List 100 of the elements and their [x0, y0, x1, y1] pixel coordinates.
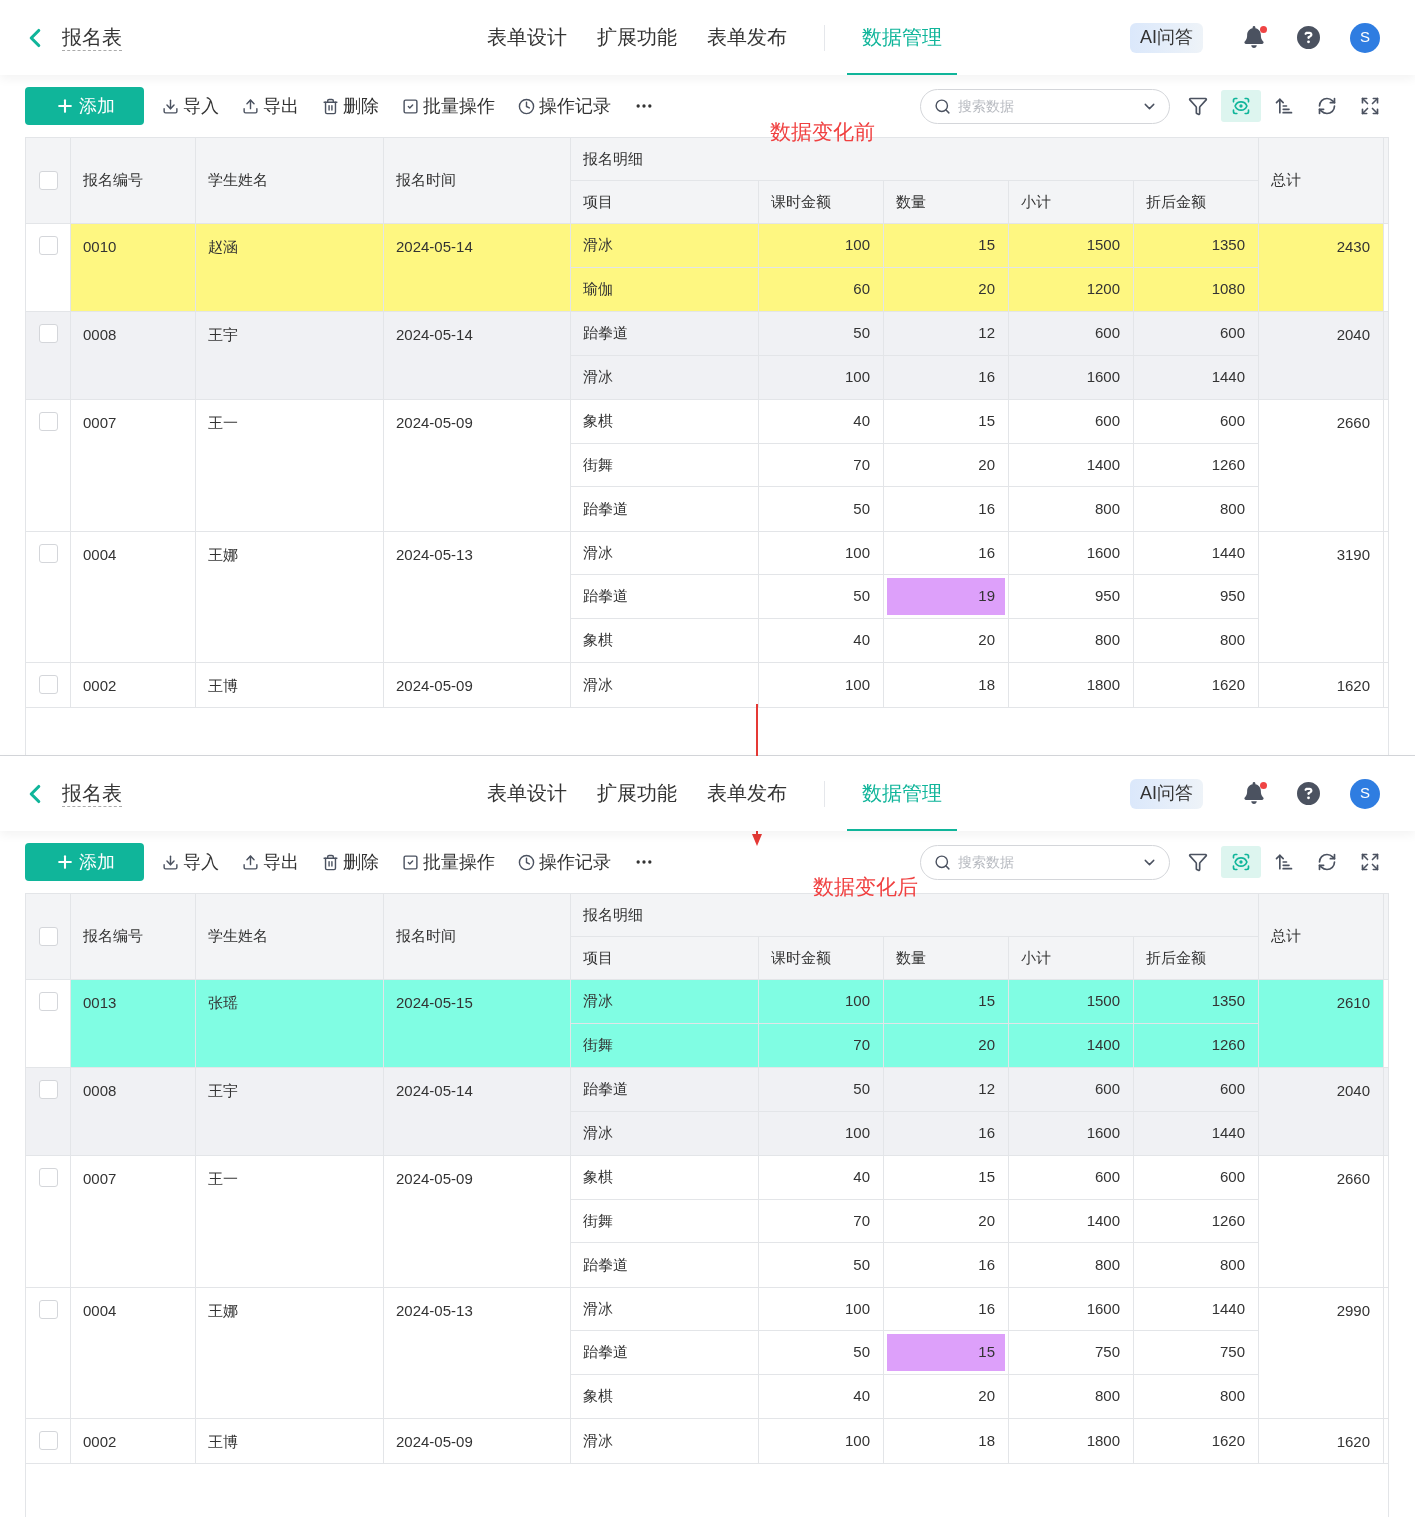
nav-tab[interactable]: 表单发布: [692, 0, 802, 75]
nav-tab[interactable]: 表单发布: [692, 756, 802, 831]
table-cell: 70: [759, 1023, 884, 1067]
row-checkbox[interactable]: [38, 543, 58, 563]
table-cell-text: 20: [977, 1386, 996, 1406]
table-cell: 1200: [1009, 267, 1134, 311]
row-checkbox[interactable]: [38, 992, 58, 1011]
table-cell: 600: [1009, 1068, 1134, 1112]
table-cell-text: 16: [977, 1298, 996, 1319]
row-checkbox[interactable]: [38, 675, 58, 694]
table-cell: 跆拳道: [571, 1331, 759, 1375]
column-header: 项目: [583, 191, 613, 212]
form-title: 报名表: [62, 24, 122, 51]
table-cell: 1400: [1009, 443, 1134, 487]
row-checkbox[interactable]: [38, 927, 58, 946]
table-cell: 600: [1009, 312, 1134, 356]
table-cell: 2430: [1259, 224, 1384, 311]
table-cell-text: 16: [977, 498, 996, 519]
user-avatar[interactable]: S: [1350, 22, 1380, 53]
filter-icon: [1188, 96, 1208, 116]
table-cell: 张瑶: [196, 980, 384, 1067]
form-title: 报名表: [62, 780, 122, 807]
bell-icon[interactable]: [1243, 781, 1267, 806]
toolbar-action[interactable]: 批量操作: [402, 848, 495, 876]
table-cell: 瑜伽: [571, 267, 759, 311]
table-cell: 跆拳道: [571, 1068, 759, 1112]
help-icon[interactable]: [1297, 782, 1320, 805]
search-icon: [934, 853, 951, 871]
table-cell: 滑冰: [571, 1287, 759, 1331]
toolbar-action[interactable]: 导出: [242, 848, 299, 876]
search-field[interactable]: 搜索数据: [920, 88, 1170, 124]
row-checkbox[interactable]: [38, 1431, 58, 1450]
row-checkbox[interactable]: [38, 1299, 58, 1319]
search-field[interactable]: 搜索数据: [920, 844, 1170, 880]
column-group-header: 报名明细: [583, 148, 643, 169]
table-cell-text: 18: [977, 674, 996, 695]
table-cell: 100: [759, 224, 884, 268]
row-checkbox[interactable]: [38, 171, 58, 190]
toolbar-action[interactable]: 导入: [162, 848, 219, 876]
column-header: 学生姓名: [208, 170, 268, 191]
row-checkbox[interactable]: [38, 236, 58, 255]
help-icon[interactable]: [1297, 26, 1320, 49]
table-cell: 1080: [1134, 267, 1259, 311]
table-cell: 0010: [71, 224, 196, 311]
table-cell: 950: [1134, 575, 1259, 619]
column-header: 课时金额: [771, 191, 831, 212]
column-header: 小计: [1021, 191, 1051, 212]
annotation-caption: 数据变化后: [813, 874, 918, 900]
table-cell-text: 16: [977, 1123, 996, 1143]
toolbar-action[interactable]: 导入: [162, 92, 219, 120]
table-cell-text: 18: [977, 1430, 996, 1451]
table-cell: 50: [759, 1068, 884, 1112]
table-cell: 600: [1134, 1068, 1259, 1112]
column-header: 总计: [1271, 170, 1301, 191]
table-cell: 60: [759, 267, 884, 311]
table-cell: 象棋: [571, 400, 759, 444]
table-cell: 1440: [1134, 1287, 1259, 1331]
download-icon: [162, 97, 179, 115]
table-cell: 1350: [1134, 980, 1259, 1024]
toolbar-action[interactable]: 删除: [322, 848, 379, 876]
column-header: 数量: [896, 191, 926, 212]
column-header: 报名时间: [396, 170, 456, 191]
ai-answer-button[interactable]: AI问答: [1130, 778, 1203, 809]
column-header: 课时金额: [771, 947, 831, 968]
table-cell-text: 16: [977, 1254, 996, 1275]
row-checkbox[interactable]: [38, 412, 58, 431]
table-cell-text: 12: [977, 1079, 996, 1099]
table-cell: 滑冰: [571, 224, 759, 268]
column-header: 项目: [583, 947, 613, 968]
table-cell: 街舞: [571, 443, 759, 487]
table-cell-text: 12: [977, 323, 996, 343]
eye-icon: [1231, 852, 1251, 872]
toolbar-action[interactable]: 导出: [242, 92, 299, 120]
row-checkbox[interactable]: [38, 324, 58, 343]
column-header: 报名编号: [83, 926, 143, 947]
sort-icon: [1274, 96, 1294, 116]
nav-tab[interactable]: 表单设计: [472, 756, 582, 831]
table-cell-text: 20: [977, 1210, 996, 1231]
bell-icon[interactable]: [1243, 25, 1267, 50]
table-cell-text: 20: [977, 630, 996, 650]
ai-answer-button[interactable]: AI问答: [1130, 22, 1203, 53]
toolbar-action[interactable]: 批量操作: [402, 92, 495, 120]
nav-tab[interactable]: 扩展功能: [582, 756, 692, 831]
table-cell: 1600: [1009, 531, 1134, 575]
checkbox-icon: [402, 853, 419, 871]
row-checkbox[interactable]: [38, 1168, 58, 1187]
user-avatar[interactable]: S: [1350, 778, 1380, 809]
table-cell-text: 20: [977, 1035, 996, 1055]
nav-tab[interactable]: 扩展功能: [582, 0, 692, 75]
column-header: 学生姓名: [208, 926, 268, 947]
nav-tab[interactable]: 表单设计: [472, 0, 582, 75]
table-cell-text: 20: [977, 454, 996, 475]
toolbar-action[interactable]: 操作记录: [518, 848, 611, 876]
table-cell: 600: [1134, 312, 1259, 356]
table-cell: 100: [759, 980, 884, 1024]
row-checkbox[interactable]: [38, 1080, 58, 1099]
table-cell: 1400: [1009, 1199, 1134, 1243]
toolbar-action[interactable]: 删除: [322, 92, 379, 120]
table-cell: 750: [1134, 1331, 1259, 1375]
toolbar-action[interactable]: 操作记录: [518, 92, 611, 120]
